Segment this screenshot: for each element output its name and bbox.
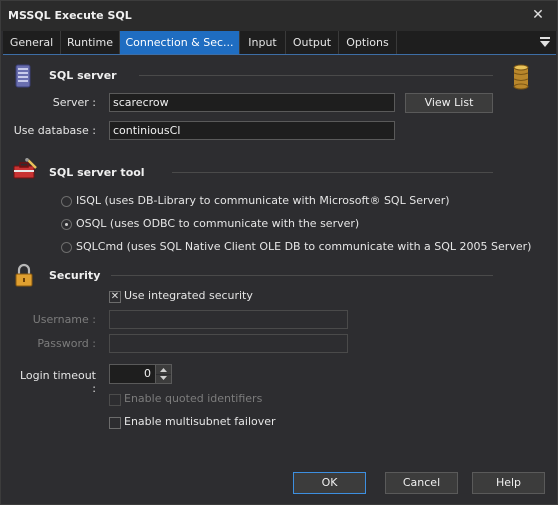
hamburger-menu-icon[interactable] <box>540 36 550 48</box>
help-button[interactable]: Help <box>472 472 545 494</box>
username-input[interactable] <box>109 310 348 329</box>
padlock-icon <box>15 263 33 287</box>
tab-output[interactable]: Output <box>286 31 339 54</box>
radio-sqlcmd[interactable]: SQLCmd (uses SQL Native Client OLE DB to… <box>61 240 531 256</box>
radio-osql[interactable]: OSQL (uses ODBC to communicate with the … <box>61 217 461 233</box>
checkbox-unchecked[interactable] <box>109 417 121 429</box>
tab-runtime[interactable]: Runtime <box>61 31 120 54</box>
username-label: Username : <box>32 313 96 326</box>
stepper-down-icon[interactable] <box>156 374 171 383</box>
integrated-security-checkbox[interactable]: ✕ Use integrated security <box>109 289 309 305</box>
server-label: Server : <box>52 96 96 109</box>
connection-security-panel: SQL server Server : scarecrow View List … <box>3 55 556 503</box>
toolbox-icon <box>13 158 37 179</box>
tab-general[interactable]: General <box>3 31 61 54</box>
radio-isql[interactable]: ISQL (uses DB-Library to communicate wit… <box>61 194 461 210</box>
radio-osql-label: OSQL (uses ODBC to communicate with the … <box>76 217 360 230</box>
multisubnet-label: Enable multisubnet failover <box>124 415 276 428</box>
view-list-button[interactable]: View List <box>405 93 493 113</box>
divider <box>111 275 493 276</box>
stepper-buttons <box>155 365 171 383</box>
database-cylinder-icon <box>513 64 529 90</box>
divider <box>172 172 493 173</box>
password-input[interactable] <box>109 334 348 353</box>
window-title: MSSQL Execute SQL <box>8 9 132 22</box>
database-input[interactable]: continiousCI <box>109 121 395 140</box>
tab-connection-security[interactable]: Connection & Sec... <box>120 31 240 54</box>
title-bar: MSSQL Execute SQL ✕ <box>1 1 557 31</box>
radio-button[interactable] <box>61 242 72 253</box>
cancel-button[interactable]: Cancel <box>385 472 458 494</box>
dialog-window: MSSQL Execute SQL ✕ General Runtime Conn… <box>0 0 558 505</box>
radio-sqlcmd-label: SQLCmd (uses SQL Native Client OLE DB to… <box>76 240 532 253</box>
radio-button-selected[interactable] <box>61 219 72 230</box>
sql-server-tool-section-title: SQL server tool <box>49 166 145 179</box>
database-label: Use database : <box>13 124 96 137</box>
login-timeout-stepper[interactable]: 0 <box>109 364 172 384</box>
checkbox-checked[interactable]: ✕ <box>109 291 121 303</box>
tab-bar: General Runtime Connection & Sec... Inpu… <box>3 31 556 55</box>
security-section-title: Security <box>49 269 101 282</box>
divider <box>139 75 493 76</box>
checkbox-unchecked[interactable] <box>109 394 121 406</box>
server-icon <box>15 64 31 88</box>
radio-isql-label: ISQL (uses DB-Library to communicate wit… <box>76 194 450 207</box>
integrated-security-label: Use integrated security <box>124 289 253 302</box>
password-label: Password : <box>37 337 96 350</box>
multisubnet-checkbox[interactable]: Enable multisubnet failover <box>109 415 309 431</box>
login-timeout-label: Login timeout : <box>19 369 96 395</box>
sql-server-section-title: SQL server <box>49 69 117 82</box>
radio-button[interactable] <box>61 196 72 207</box>
quoted-identifiers-checkbox[interactable]: Enable quoted identifiers <box>109 392 309 408</box>
tab-input[interactable]: Input <box>240 31 286 54</box>
ok-button[interactable]: OK <box>293 472 366 494</box>
login-timeout-value[interactable]: 0 <box>144 367 151 380</box>
tab-options[interactable]: Options <box>339 31 397 54</box>
server-input[interactable]: scarecrow <box>109 93 395 112</box>
quoted-identifiers-label: Enable quoted identifiers <box>124 392 263 405</box>
close-icon[interactable]: ✕ <box>529 6 547 24</box>
